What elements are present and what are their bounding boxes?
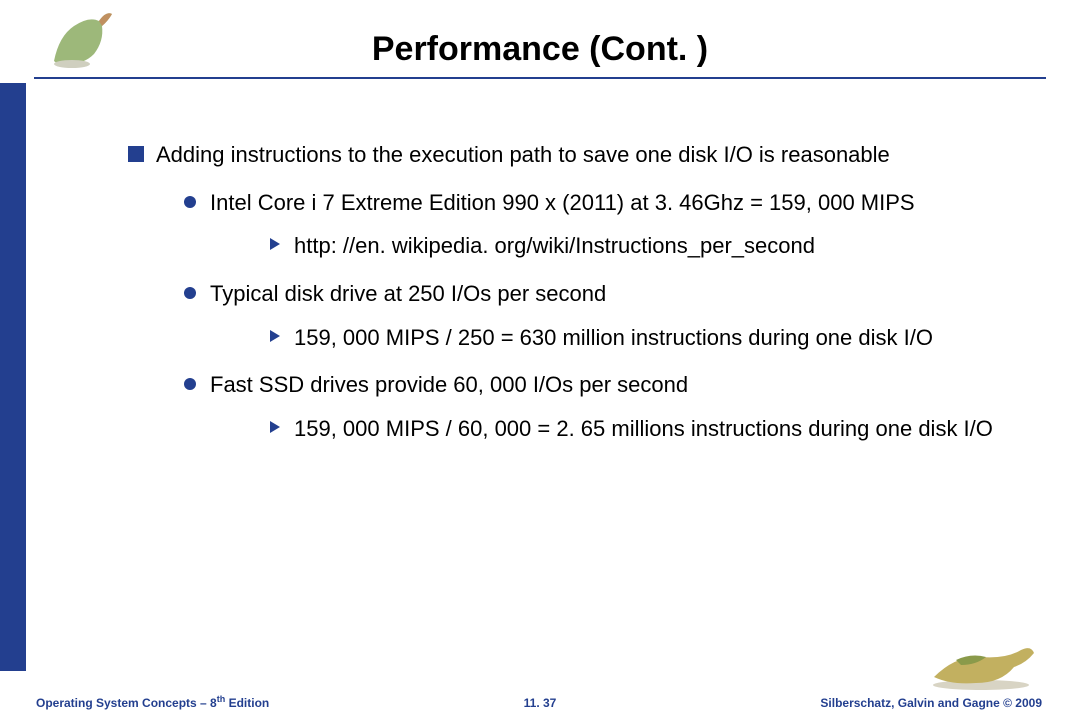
footer-page-number: 11. 37 <box>524 696 557 710</box>
title-region: Performance (Cont. ) <box>0 0 1080 79</box>
footer-left-sup: th <box>217 694 226 704</box>
bullet-text: 159, 000 MIPS / 60, 000 = 2. 65 millions… <box>294 416 993 441</box>
bullet-text: http: //en. wikipedia. org/wiki/Instruct… <box>294 233 815 258</box>
bullet-lvl3: 159, 000 MIPS / 60, 000 = 2. 65 millions… <box>270 414 1040 444</box>
footer-left-pre: Operating System Concepts – 8 <box>36 696 217 710</box>
bullet-lvl3: 159, 000 MIPS / 250 = 630 million instru… <box>270 323 1040 353</box>
bullet-text: 159, 000 MIPS / 250 = 630 million instru… <box>294 325 933 350</box>
footer-left-post: Edition <box>225 696 269 710</box>
slide: Performance (Cont. ) Adding instructions… <box>0 0 1080 720</box>
title-underline <box>34 77 1046 79</box>
dinosaur-logo-top-icon <box>44 6 124 71</box>
bullet-lvl2: Typical disk drive at 250 I/Os per secon… <box>184 279 1040 352</box>
bullet-text: Adding instructions to the execution pat… <box>156 142 890 167</box>
bullet-lvl2: Fast SSD drives provide 60, 000 I/Os per… <box>184 370 1040 443</box>
bullet-text: Fast SSD drives provide 60, 000 I/Os per… <box>210 372 688 397</box>
left-accent-stripe <box>0 83 26 671</box>
footer-copyright: Silberschatz, Galvin and Gagne © 2009 <box>820 696 1042 710</box>
bullet-text: Typical disk drive at 250 I/Os per secon… <box>210 281 606 306</box>
bullet-lvl3: http: //en. wikipedia. org/wiki/Instruct… <box>270 231 1040 261</box>
bullet-text: Intel Core i 7 Extreme Edition 990 x (20… <box>210 190 915 215</box>
content-area: Adding instructions to the execution pat… <box>128 140 1040 464</box>
bullet-lvl1: Adding instructions to the execution pat… <box>128 140 1040 444</box>
footer-left: Operating System Concepts – 8th Edition <box>36 694 269 710</box>
bullet-lvl2: Intel Core i 7 Extreme Edition 990 x (20… <box>184 188 1040 261</box>
slide-title: Performance (Cont. ) <box>0 30 1080 69</box>
dinosaur-logo-bottom-icon <box>926 635 1036 690</box>
footer: Operating System Concepts – 8th Edition … <box>0 690 1080 710</box>
